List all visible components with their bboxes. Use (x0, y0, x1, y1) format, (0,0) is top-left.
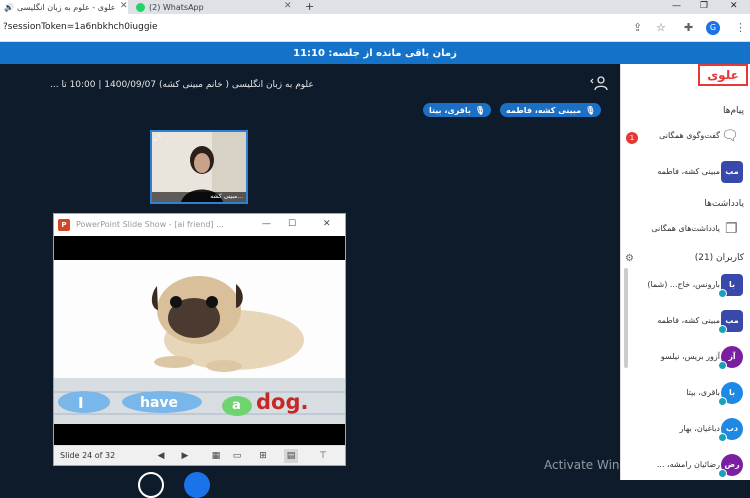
user-list-item[interactable]: مبینی کشه، فاطمه (657, 316, 720, 325)
sidebar: علوی پیام‌ها 🗨 1 گفت‌وگوی همگانی مب مبین… (620, 64, 750, 480)
brand-logo: علوی (698, 64, 748, 86)
user-list-item[interactable]: بارونس، خاج... (شما) (647, 280, 720, 289)
user-status-icon (718, 325, 727, 334)
ppt-title: PowerPoint Slide Show - [ai friend] ... (76, 220, 224, 229)
restore-icon[interactable]: ☐ (288, 219, 296, 229)
avatar: مب (721, 161, 743, 183)
whatsapp-icon (136, 2, 145, 12)
notes-icon: ❐ (725, 221, 738, 237)
close-window-icon[interactable]: ✕ (730, 1, 738, 11)
ppt-statusbar: Slide 24 of 32 ◀ ▶ ▦ ▭ ⊞ ▤ ⊤ (54, 445, 345, 465)
close-tab-icon[interactable]: ✕ (120, 1, 128, 11)
close-tab-icon[interactable]: ✕ (284, 1, 292, 11)
chat-icon: 🗨 (721, 128, 739, 144)
slide-word: have (140, 395, 179, 411)
prev-slide-icon[interactable]: ◀ (154, 449, 168, 463)
user-list-item[interactable]: آزور بریس، نیلسو (661, 352, 720, 361)
speaker-icon: 🔊 (4, 2, 14, 12)
url-text[interactable]: ?sessionToken=1a6nbkhch0iuggie (3, 22, 158, 32)
speaker-name: باقری، بیتا (429, 105, 471, 115)
private-chat-item[interactable]: مبینی کشه، فاطمه (657, 167, 720, 176)
messages-section-title: پیام‌ها (722, 106, 744, 116)
users-section-title: کاربران (21) (694, 253, 744, 263)
user-status-icon (718, 469, 727, 478)
tab-label: (2) WhatsApp (149, 2, 204, 12)
webcam-tile[interactable]: ⤢ مبینی کشه... (150, 130, 248, 204)
unread-badge: 1 (626, 132, 638, 144)
tab-session[interactable]: 🔊 علوی - علوم به زبان انگلیسی (0, 0, 128, 14)
user-status-icon (718, 397, 727, 406)
session-timer-banner: زمان باقی مانده از جلسه: 11:10 (0, 42, 750, 64)
normal-view-icon[interactable]: ▭ (230, 449, 244, 463)
minimize-icon[interactable]: — (262, 219, 271, 229)
star-icon[interactable]: ☆ (656, 21, 666, 34)
audio-button[interactable] (138, 472, 164, 498)
tab-whatsapp[interactable]: (2) WhatsApp (132, 0, 296, 14)
slide-letterbox (54, 236, 345, 260)
timer-label: زمان باقی مانده از جلسه: 11:10 (293, 47, 457, 59)
powerpoint-icon: P (58, 219, 70, 231)
new-tab-icon[interactable]: + (305, 0, 314, 13)
mic-icon: 🎙 (585, 105, 596, 115)
slide-sorter-icon[interactable]: ⊞ (256, 449, 270, 463)
slide-word: dog. (256, 390, 309, 414)
notes-section-title: یادداشت‌ها (704, 199, 744, 209)
speaker-pill: 🎙 باقری، بیتا (423, 103, 492, 117)
user-list-item[interactable]: باقری، بیتا (686, 388, 720, 397)
webcam-name: مبینی کشه... (152, 192, 246, 202)
expand-icon[interactable]: ⤢ (154, 134, 164, 144)
see-all-slides-icon[interactable]: ▦ (209, 449, 223, 463)
profile-avatar[interactable]: G (706, 21, 720, 35)
gear-icon[interactable]: ⚙ (625, 253, 634, 264)
speaker-name: مبینی کشه، فاطمه (506, 105, 582, 115)
ppt-titlebar: P PowerPoint Slide Show - [ai friend] ..… (54, 214, 345, 236)
user-list-item[interactable]: دباغیان، بهار (680, 424, 720, 433)
slideshow-icon[interactable]: ⊤ (316, 449, 330, 463)
browser-tab-bar: 🔊 علوی - علوم به زبان انگلیسی ✕ (2) What… (0, 0, 750, 14)
video-button[interactable] (184, 472, 210, 498)
user-settings-icon[interactable] (590, 75, 610, 91)
restore-icon[interactable]: ❐ (700, 1, 708, 11)
menu-icon[interactable]: ⋮ (735, 21, 746, 34)
extensions-icon[interactable]: ✚ (684, 21, 693, 34)
user-status-icon (718, 361, 727, 370)
user-status-icon (718, 433, 727, 442)
user-status-icon (718, 289, 727, 298)
tab-label: علوی - علوم به زبان انگلیسی (16, 2, 116, 12)
activate-windows-watermark: Activate Windows (544, 458, 651, 472)
user-list-item[interactable]: رضائیان رامشه، ... (657, 460, 720, 469)
slide-word: I (78, 394, 84, 412)
close-icon[interactable]: ✕ (323, 219, 331, 229)
share-icon[interactable]: ⇪ (633, 21, 642, 34)
powerpoint-window: P PowerPoint Slide Show - [ai friend] ..… (53, 213, 346, 466)
speaker-pill: 🎙 مبینی کشه، فاطمه (500, 103, 602, 117)
mic-icon: 🎙 (474, 105, 486, 115)
slide-counter: Slide 24 of 32 (60, 451, 116, 460)
reading-view-icon[interactable]: ▤ (284, 449, 298, 463)
public-chat-item[interactable]: گفت‌وگوی همگانی (659, 131, 720, 140)
sidebar-scrollbar[interactable] (624, 268, 628, 368)
address-bar: ?sessionToken=1a6nbkhch0iuggie ⇪ ☆ ✚ G ⋮ (0, 14, 750, 42)
session-title: علوم به زبان انگلیسی ( خانم مبینی کشه) 1… (50, 80, 314, 90)
minimize-icon[interactable]: — (672, 1, 681, 11)
slide-word: a (232, 398, 241, 413)
slide-letterbox (54, 424, 345, 446)
next-slide-icon[interactable]: ▶ (178, 449, 192, 463)
public-notes-item[interactable]: یادداشت‌های همگانی (651, 224, 720, 233)
